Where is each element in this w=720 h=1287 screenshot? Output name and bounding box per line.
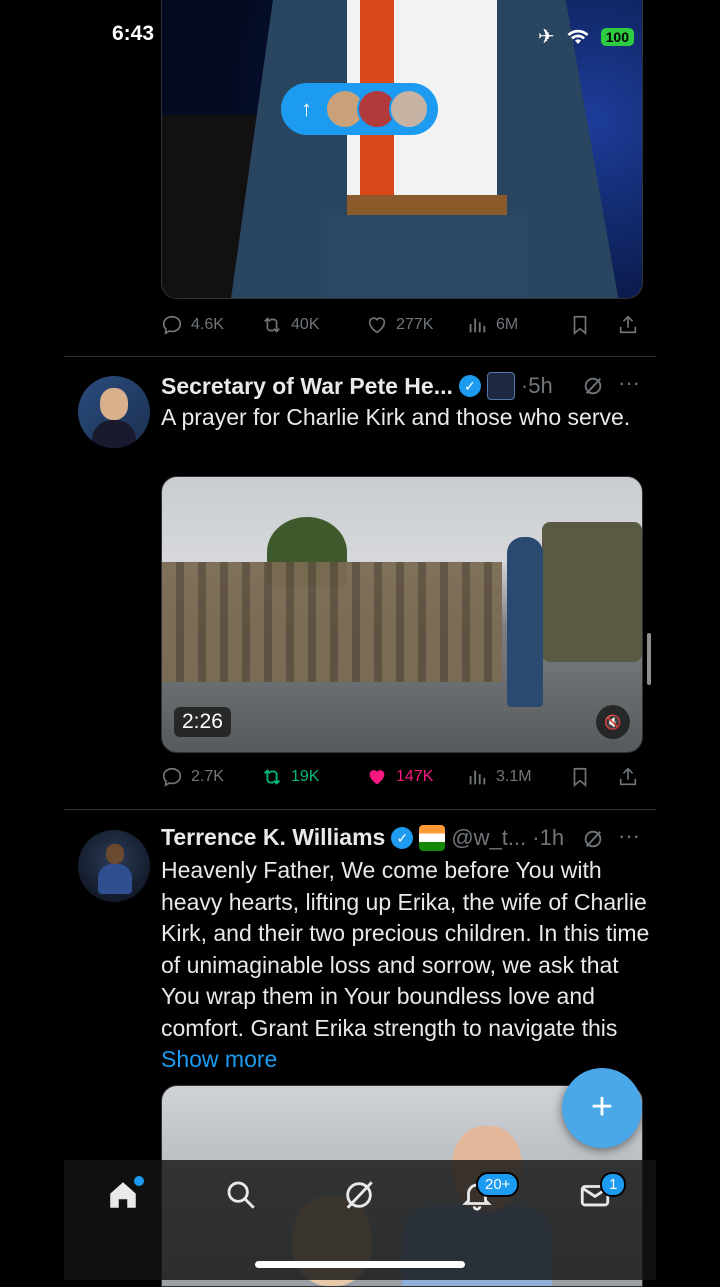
repost-button[interactable]: 19K — [261, 766, 366, 788]
nav-home[interactable] — [106, 1176, 146, 1218]
verified-badge-icon: ✓ — [458, 375, 481, 397]
arrow-up-icon: ↑ — [301, 96, 312, 121]
views-button[interactable]: 3.1M — [466, 766, 569, 788]
repost-icon — [264, 769, 280, 785]
grok-icon — [346, 1181, 373, 1209]
wifi-icon — [567, 29, 589, 44]
like-count: 147K — [396, 768, 434, 785]
share-button[interactable] — [617, 314, 639, 336]
nav-grok[interactable] — [342, 1178, 382, 1218]
heart-icon — [368, 317, 386, 334]
tweet-3-header: Terrence K. Williams ✓ @w_t... ·1h — [161, 824, 564, 851]
avatar-face — [106, 844, 124, 864]
new-posts-pill[interactable]: ↑ — [281, 83, 438, 135]
share-icon — [619, 767, 637, 786]
tweet-2-text: A prayer for Charlie Kirk and those who … — [161, 404, 631, 430]
speaker-figure — [507, 537, 543, 707]
status-icons: ✈ 100 — [538, 24, 634, 49]
notifications-badge: 20+ — [476, 1172, 520, 1197]
tweet-1-actions: 4.6K 40K 277K 6M — [161, 312, 641, 338]
airplane-icon: ✈ — [537, 26, 555, 48]
mute-icon[interactable]: 🔇 — [596, 705, 630, 739]
video-duration: 2:26 — [174, 707, 231, 737]
bookmark-button[interactable] — [569, 314, 617, 336]
plus-icon: + — [590, 1086, 614, 1128]
tweet-2-header: Secretary of War Pete He... ✓ ·5h — [161, 372, 553, 400]
repost-count: 19K — [291, 768, 320, 785]
heart-filled-icon — [369, 770, 385, 785]
bookmark-icon — [573, 767, 587, 788]
tweet-3-body: Heavenly Father, We come before You with… — [161, 857, 650, 1041]
reply-count: 2.7K — [191, 768, 224, 785]
pants — [327, 215, 527, 298]
more-options-icon[interactable]: ··· — [618, 823, 640, 849]
messages-badge: 1 — [600, 1172, 627, 1197]
pill-avatar-3 — [389, 89, 429, 129]
avatar-suit — [98, 864, 132, 894]
battery-indicator: 100 — [600, 27, 634, 46]
flag-badge-icon — [419, 824, 446, 851]
author-name[interactable]: Terrence K. Williams — [161, 824, 385, 851]
reply-button[interactable]: 2.7K — [161, 766, 261, 788]
tweet-2-actions: 2.7K 19K 147K 3.1M — [161, 764, 641, 790]
tweet-2-video[interactable]: 2:26 🔇 — [161, 476, 643, 753]
tweet-3-avatar[interactable] — [78, 830, 150, 902]
tweet-2-avatar[interactable] — [78, 376, 150, 448]
like-count: 277K — [396, 316, 434, 333]
views-icon — [469, 770, 486, 785]
reply-count: 4.6K — [191, 316, 224, 333]
more-options-icon[interactable]: ··· — [618, 370, 640, 396]
bookmark-icon — [573, 315, 587, 336]
repost-icon — [264, 317, 280, 333]
views-button[interactable]: 6M — [466, 314, 569, 336]
home-unread-dot — [134, 1176, 144, 1186]
like-button[interactable]: 147K — [366, 766, 466, 788]
tweet-3-text: Heavenly Father, We come before You with… — [161, 855, 651, 1076]
compose-button[interactable]: + — [562, 1068, 642, 1148]
grok-icon[interactable] — [582, 828, 604, 850]
share-button[interactable] — [617, 766, 639, 788]
soldiers-formation — [162, 562, 502, 682]
views-icon — [469, 318, 486, 333]
divider — [64, 356, 656, 357]
reply-icon — [162, 315, 182, 335]
author-name[interactable]: Secretary of War Pete He... — [161, 373, 453, 400]
divider — [64, 809, 656, 810]
nav-search[interactable] — [224, 1178, 264, 1218]
home-indicator[interactable] — [255, 1261, 465, 1268]
affiliation-badge-icon — [486, 372, 515, 400]
repost-count: 40K — [291, 316, 320, 333]
search-icon — [227, 1181, 255, 1209]
nav-notifications[interactable]: 20+ — [460, 1172, 520, 1218]
scroll-indicator[interactable] — [647, 633, 651, 685]
grok-icon[interactable] — [582, 375, 604, 397]
bookmark-button[interactable] — [569, 766, 617, 788]
repost-button[interactable]: 40K — [261, 314, 366, 336]
author-handle[interactable]: @w_t... — [451, 825, 526, 851]
reply-button[interactable]: 4.6K — [161, 314, 261, 336]
views-count: 3.1M — [496, 768, 532, 785]
avatar-face — [100, 388, 128, 420]
show-more-link[interactable]: Show more — [161, 1046, 277, 1072]
nav-messages[interactable]: 1 — [578, 1172, 627, 1218]
views-count: 6M — [496, 316, 519, 333]
post-time: ·1h — [532, 824, 565, 850]
status-time: 6:43 — [112, 22, 155, 45]
avatar-suit — [92, 420, 136, 448]
belt — [347, 195, 507, 215]
verified-badge-icon: ✓ — [391, 826, 414, 849]
armored-truck — [542, 522, 642, 662]
post-time: ·5h — [520, 373, 553, 398]
like-button[interactable]: 277K — [366, 314, 466, 336]
share-icon — [619, 315, 637, 334]
reply-icon — [162, 767, 182, 787]
